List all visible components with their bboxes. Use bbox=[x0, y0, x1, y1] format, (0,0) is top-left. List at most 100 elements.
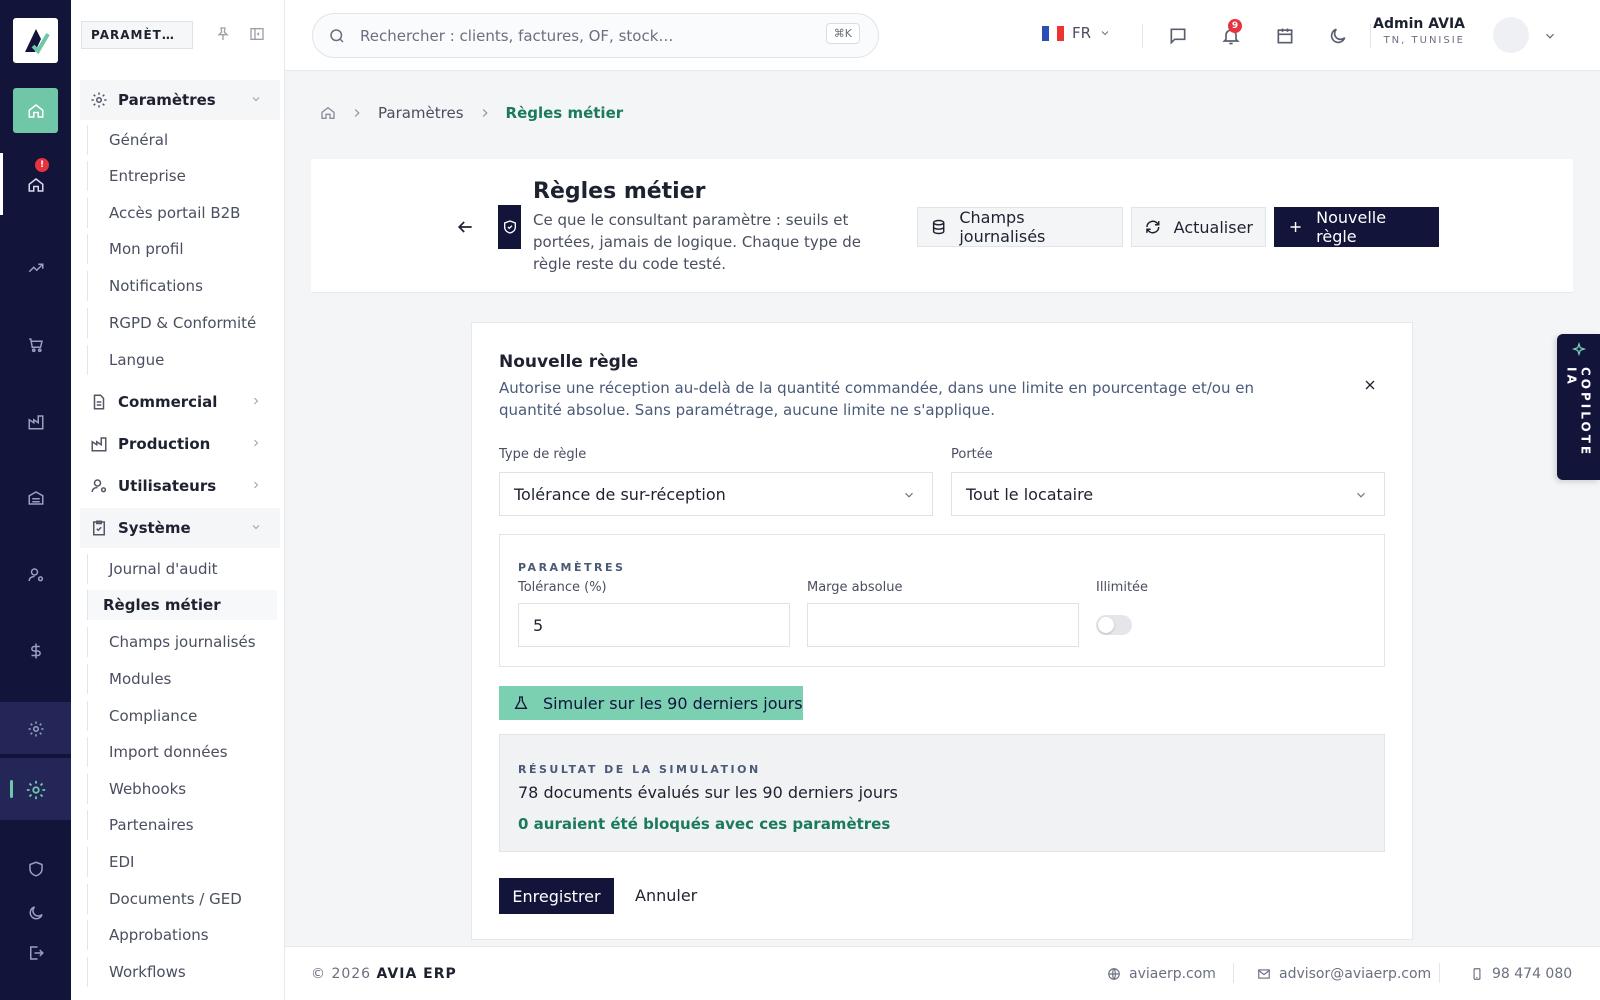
email-link[interactable]: advisor@aviaerp.com bbox=[1279, 966, 1431, 982]
refresh-button[interactable]: Actualiser bbox=[1131, 207, 1266, 247]
margin-label: Marge absolue bbox=[807, 580, 903, 595]
sidebar-group-production[interactable]: Production bbox=[80, 424, 280, 464]
chevron-right-icon bbox=[482, 109, 488, 117]
gear-icon bbox=[91, 92, 107, 108]
save-button[interactable]: Enregistrer bbox=[499, 878, 614, 914]
sidebar-item-notifications[interactable]: Notifications bbox=[87, 271, 277, 301]
page-icon bbox=[498, 205, 521, 249]
sidebar-item-journal-audit[interactable]: Journal d'audit bbox=[87, 554, 277, 584]
rail-factory-button[interactable] bbox=[13, 399, 58, 444]
page-description: Ce que le consultant paramètre : seuils … bbox=[533, 211, 862, 273]
parameters-panel: PARAMÈTRES Tolérance (%) 5 Marge absolue… bbox=[499, 534, 1385, 667]
scope-select[interactable]: Tout le locataire bbox=[951, 472, 1385, 516]
avatar[interactable] bbox=[1493, 17, 1529, 53]
sidebar-item-entreprise[interactable]: Entreprise bbox=[87, 161, 277, 191]
breadcrumb-current: Règles métier bbox=[505, 104, 624, 122]
home-icon bbox=[28, 177, 43, 192]
sidebar-group-commercial[interactable]: Commercial bbox=[80, 382, 280, 422]
logout-icon bbox=[29, 945, 44, 960]
sidebar-item-rgpd[interactable]: RGPD & Conformité bbox=[87, 308, 277, 338]
unlimited-label: Illimitée bbox=[1096, 580, 1149, 595]
messages-icon[interactable] bbox=[1168, 26, 1188, 46]
search-input[interactable]: Rechercher : clients, factures, OF, stoc… bbox=[360, 27, 673, 45]
sidebar-item-mon-profil[interactable]: Mon profil bbox=[87, 234, 277, 264]
sidebar-group-systeme[interactable]: Système bbox=[80, 508, 280, 548]
user-menu[interactable]: Admin AVIA TN, TUNISIE bbox=[1370, 16, 1465, 46]
home-icon[interactable] bbox=[320, 105, 336, 121]
new-rule-form: Nouvelle règle Autorise une réception au… bbox=[471, 322, 1413, 940]
sidebar-item-champs-journalises[interactable]: Champs journalisés bbox=[87, 627, 277, 657]
footer-website[interactable]: aviaerp.com bbox=[1107, 966, 1216, 982]
rail-theme-button[interactable] bbox=[13, 890, 58, 935]
collapse-sidebar-icon[interactable] bbox=[249, 26, 265, 42]
rail-system-button[interactable] bbox=[13, 767, 58, 812]
sidebar-item-import-donnees[interactable]: Import données bbox=[87, 737, 277, 767]
copilot-label: COPILOTE IA bbox=[1564, 367, 1593, 458]
close-icon[interactable] bbox=[1362, 377, 1378, 393]
factory-icon bbox=[91, 437, 107, 452]
rail-finance-button[interactable] bbox=[13, 628, 58, 673]
chevron-right-icon bbox=[254, 481, 259, 489]
button-label: Champs journalisés bbox=[959, 208, 1046, 246]
tolerance-input[interactable]: 5 bbox=[518, 603, 790, 647]
sidebar-item-partenaires[interactable]: Partenaires bbox=[87, 810, 277, 840]
sidebar-group-parametres[interactable]: Paramètres bbox=[80, 80, 280, 120]
new-rule-button[interactable]: Nouvelle règle bbox=[1274, 207, 1439, 247]
simulate-button[interactable]: Simuler sur les 90 derniers jours bbox=[499, 686, 803, 720]
sidebar-item-workflows[interactable]: Workflows bbox=[87, 957, 277, 987]
sidebar-item-portail-b2b[interactable]: Accès portail B2B bbox=[87, 198, 277, 228]
global-search[interactable]: Rechercher : clients, factures, OF, stoc… bbox=[312, 13, 879, 58]
rail-settings-button[interactable] bbox=[13, 706, 58, 751]
rail-sales-button[interactable] bbox=[13, 245, 58, 290]
copilot-tab[interactable]: COPILOTE IA bbox=[1557, 334, 1600, 480]
app-logo[interactable] bbox=[13, 18, 58, 63]
rail-active-marker bbox=[0, 153, 3, 215]
margin-input[interactable] bbox=[807, 603, 1079, 647]
footer-email[interactable]: advisor@aviaerp.com bbox=[1257, 966, 1431, 982]
sidebar-group-utilisateurs[interactable]: Utilisateurs bbox=[80, 466, 280, 506]
rail-users-button[interactable] bbox=[13, 552, 58, 597]
divider bbox=[1439, 963, 1440, 983]
plus-icon bbox=[1290, 222, 1301, 232]
calendar-icon[interactable] bbox=[1275, 26, 1295, 46]
search-shortcut: ⌘K bbox=[825, 23, 860, 44]
logo-icon bbox=[24, 28, 50, 54]
sidebar-item-general[interactable]: Général bbox=[87, 125, 277, 155]
form-title: Nouvelle règle bbox=[499, 352, 639, 372]
sidebar-item-compliance[interactable]: Compliance bbox=[87, 701, 277, 731]
result-blocked: 0 auraient été bloqués avec ces paramètr… bbox=[518, 815, 891, 833]
cancel-button[interactable]: Annuler bbox=[635, 886, 697, 905]
rail-warehouse-button[interactable] bbox=[13, 475, 58, 520]
website-link[interactable]: aviaerp.com bbox=[1129, 966, 1216, 982]
rail-alert-badge: ! bbox=[35, 158, 49, 172]
rail-security-button[interactable] bbox=[13, 846, 58, 891]
sidebar-item-documents-ged[interactable]: Documents / GED bbox=[87, 884, 277, 914]
workspace-selector[interactable]: PARAMÈT… bbox=[81, 21, 193, 49]
sidebar-item-langue[interactable]: Langue bbox=[87, 345, 277, 375]
back-arrow-icon[interactable] bbox=[455, 217, 475, 237]
sidebar-item-webhooks[interactable]: Webhooks bbox=[87, 774, 277, 804]
sidebar-group-label: Production bbox=[118, 435, 211, 453]
gear-icon bbox=[28, 721, 43, 736]
tolerance-label: Tolérance (%) bbox=[518, 580, 607, 595]
chevron-down-icon[interactable] bbox=[1543, 29, 1557, 43]
sidebar-item-regles-metier[interactable]: Règles métier bbox=[87, 590, 277, 620]
unlimited-toggle[interactable] bbox=[1096, 615, 1132, 635]
sidebar-group-label: Paramètres bbox=[118, 91, 216, 109]
sidebar-item-modules[interactable]: Modules bbox=[87, 664, 277, 694]
scope-value: Tout le locataire bbox=[966, 484, 1094, 504]
breadcrumb-parent[interactable]: Paramètres bbox=[378, 104, 464, 122]
footer-phone[interactable]: 98 474 080 bbox=[1470, 966, 1572, 982]
logged-fields-button[interactable]: Champs journalisés bbox=[917, 207, 1123, 247]
rule-type-select[interactable]: Tolérance de sur-réception bbox=[499, 472, 933, 516]
phone-number[interactable]: 98 474 080 bbox=[1492, 966, 1572, 982]
rail-home-button[interactable] bbox=[13, 88, 58, 133]
sidebar-item-edi[interactable]: EDI bbox=[87, 847, 277, 877]
pin-icon[interactable] bbox=[215, 26, 231, 42]
language-selector[interactable]: FR bbox=[1042, 24, 1111, 42]
rail-logout-button[interactable] bbox=[13, 930, 58, 975]
rail-cart-button[interactable] bbox=[13, 322, 58, 367]
sidebar-group-label: Utilisateurs bbox=[118, 477, 217, 495]
sidebar-item-approbations[interactable]: Approbations bbox=[87, 920, 277, 950]
moon-icon[interactable] bbox=[1328, 26, 1348, 46]
